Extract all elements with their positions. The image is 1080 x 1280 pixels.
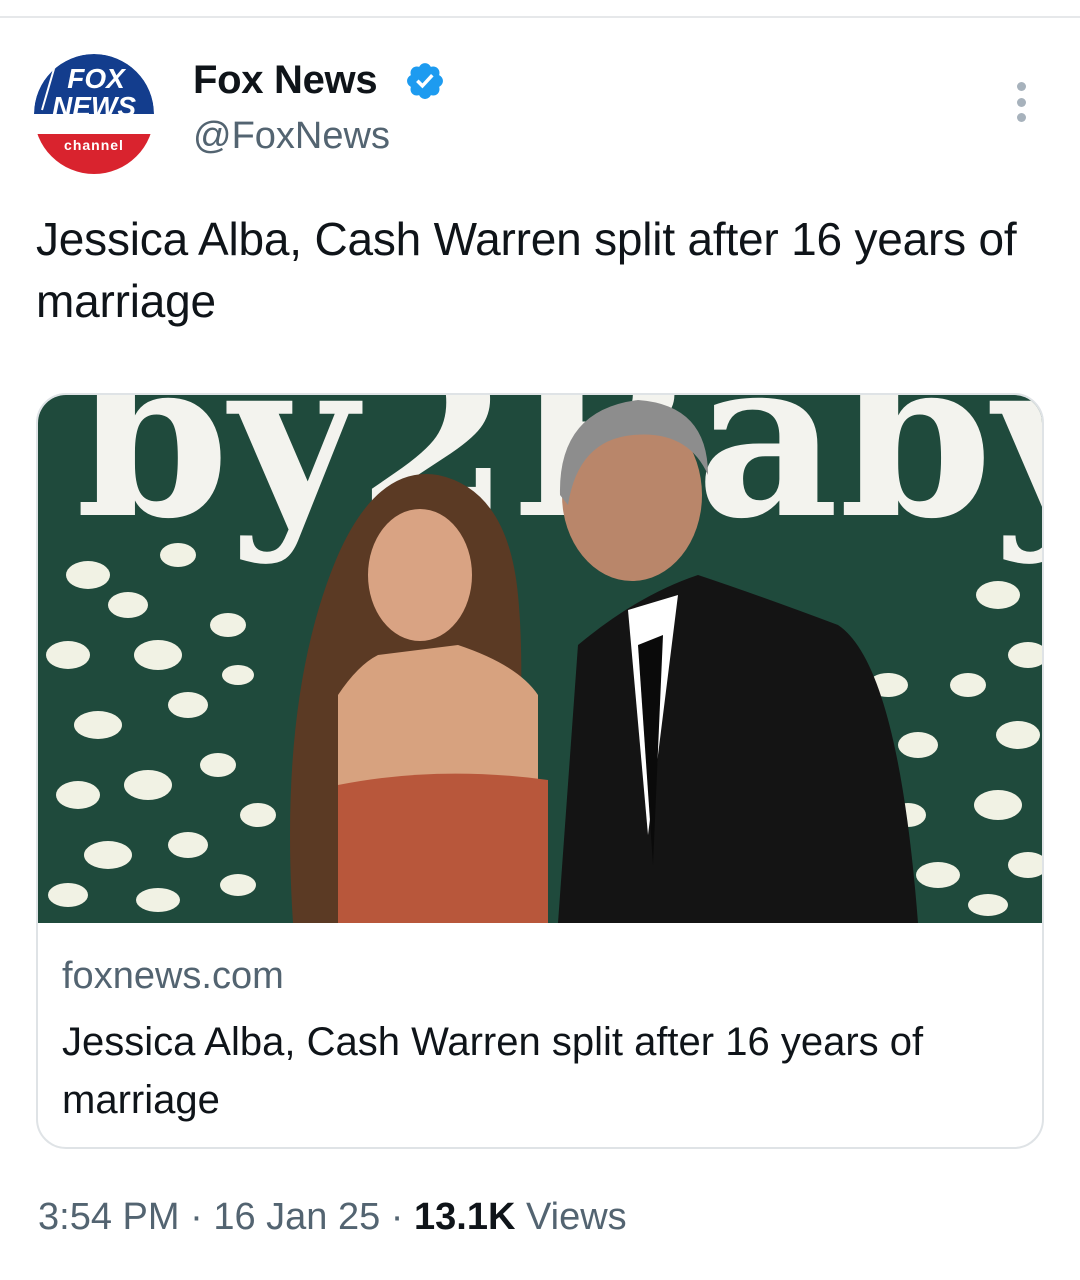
- card-title[interactable]: Jessica Alba, Cash Warren split after 16…: [62, 1013, 1022, 1129]
- tweet-date[interactable]: 16 Jan 25: [213, 1196, 380, 1238]
- more-options-icon[interactable]: [1003, 76, 1039, 128]
- author-avatar[interactable]: FOX NEWS channel: [34, 54, 154, 174]
- link-preview-card[interactable]: by2Baby foxnews.com Jessica Alba, Cash W…: [36, 393, 1044, 1149]
- meta-separator: ·: [390, 1196, 404, 1238]
- meta-separator: ·: [190, 1196, 203, 1238]
- card-image[interactable]: by2Baby: [38, 395, 1044, 923]
- avatar-logo-line3: channel: [64, 137, 124, 153]
- verified-badge-icon: [407, 63, 443, 99]
- views-label: Views: [525, 1196, 627, 1238]
- tweet-time[interactable]: 3:54 PM: [38, 1196, 180, 1238]
- avatar-logo-line2: NEWS: [52, 91, 136, 122]
- tweet-meta: 3:54 PM · 16 Jan 25 · 13.1K Views: [38, 1196, 627, 1239]
- top-divider: [0, 16, 1080, 18]
- avatar-logo-line1: FOX: [67, 63, 127, 94]
- card-domain[interactable]: foxnews.com: [62, 955, 284, 998]
- author-handle[interactable]: @FoxNews: [193, 115, 390, 158]
- image-backdrop-text: by2Baby: [76, 395, 1044, 567]
- tweet-text: Jessica Alba, Cash Warren split after 16…: [36, 213, 1017, 327]
- author-name[interactable]: Fox News: [193, 58, 378, 103]
- views-count[interactable]: 13.1K: [414, 1196, 515, 1238]
